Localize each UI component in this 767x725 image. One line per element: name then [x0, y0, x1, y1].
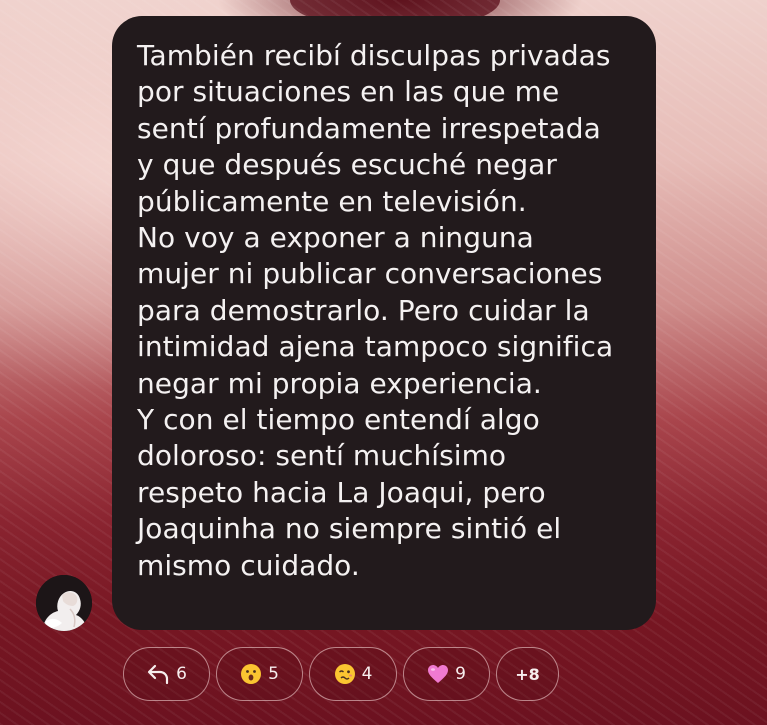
more-reactions-button[interactable]: +8 [496, 647, 559, 701]
message-line: doloroso: sentí muchísimo [137, 439, 507, 473]
reactions-bar: 6 5 4 9 +8 [123, 647, 559, 703]
message-line: Joaquinha no siempre sintió el [137, 512, 562, 546]
message-bubble: También recibí disculpas privadas por si… [112, 16, 656, 630]
message-line: sentí profundamente irrespetada [137, 111, 601, 145]
message-line: públicamente en televisión. [137, 184, 527, 218]
woozy-face-emoji-icon [334, 664, 355, 684]
message-line: mismo cuidado. [137, 548, 360, 582]
reaction-count: 9 [455, 664, 466, 684]
reaction-woozy[interactable]: 4 [309, 647, 397, 701]
message-line: y que después escuché negar [137, 148, 557, 182]
message-line: Y con el tiempo entendí algo [137, 403, 540, 437]
reply-count: 6 [176, 664, 187, 684]
more-reactions-label: +8 [515, 664, 540, 684]
message-line: para demostrarlo. Pero cuidar la [137, 293, 590, 327]
message-line: mujer ni publicar conversaciones [137, 257, 603, 291]
message-line: No voy a exponer a ninguna [137, 221, 534, 255]
reply-button[interactable]: 6 [123, 647, 210, 701]
avatar-image [36, 575, 92, 631]
reaction-heart[interactable]: 9 [403, 647, 490, 701]
reaction-count: 4 [361, 664, 373, 684]
message-line: También recibí disculpas privadas [137, 39, 611, 72]
surprised-face-emoji-icon [241, 664, 262, 684]
message-line: respeto hacia La Joaqui, pero [137, 475, 546, 509]
pink-heart-emoji-icon [428, 665, 449, 683]
message-line: intimidad ajena tampoco significa [137, 330, 614, 364]
reaction-surprised[interactable]: 5 [216, 647, 303, 701]
reply-arrow-icon [147, 664, 169, 685]
message-line: negar mi propia experiencia. [137, 366, 542, 400]
sender-avatar[interactable] [36, 575, 92, 631]
reaction-count: 5 [268, 664, 279, 684]
message-line: por situaciones en las que me [137, 75, 560, 109]
